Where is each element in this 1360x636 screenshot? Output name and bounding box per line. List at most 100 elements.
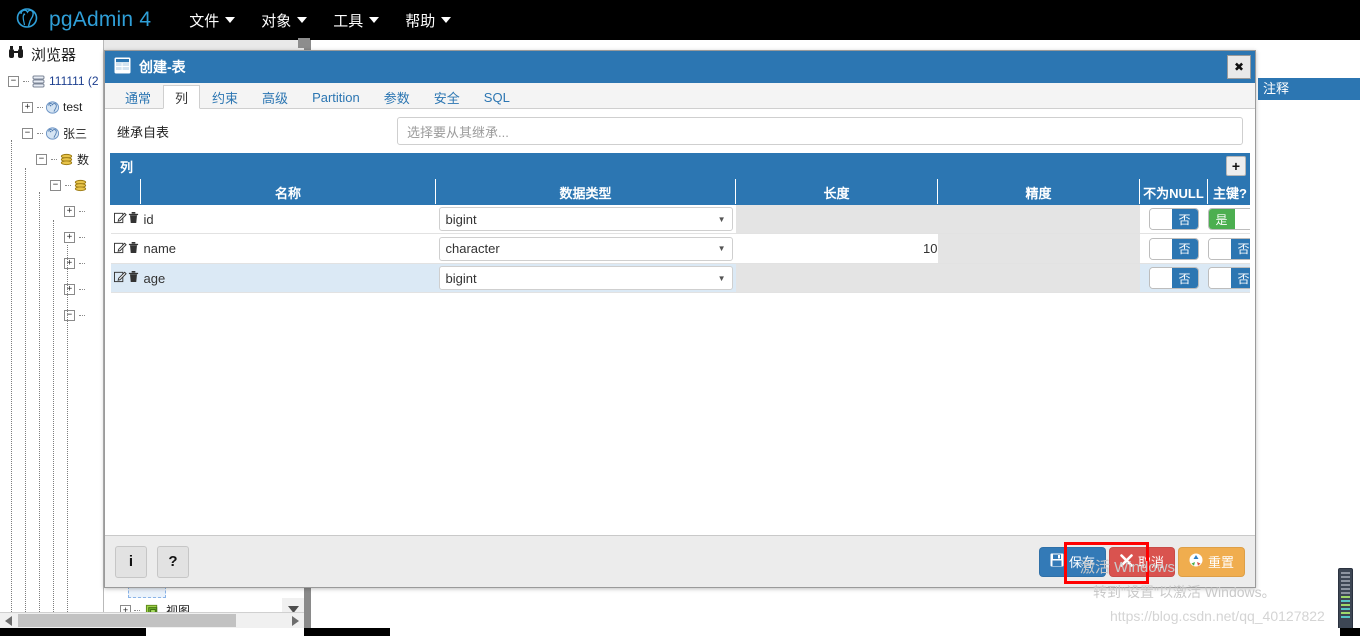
tree-node-child[interactable]: + (2, 198, 103, 224)
add-column-button[interactable]: + (1226, 156, 1246, 176)
column-header-precision[interactable]: 精度 (937, 179, 1140, 205)
row-datatype-cell[interactable]: bigint ▼ (435, 204, 736, 234)
tree-expander-expand-icon[interactable]: + (64, 283, 75, 295)
row-name-cell[interactable]: age (140, 263, 436, 293)
tab-parameters[interactable]: 参数 (372, 85, 422, 109)
tree-expander-expand-icon[interactable]: + (64, 231, 75, 243)
table-row[interactable]: age bigint ▼ 否 否 (110, 263, 1250, 293)
tree-node-database[interactable]: − (2, 172, 103, 198)
row-primarykey-cell[interactable]: 否 (1207, 263, 1250, 293)
tree-expander-collapse-icon[interactable]: − (36, 153, 47, 165)
inherit-from-table-input[interactable]: 选择要从其继承... (397, 117, 1243, 145)
scrollbar-thumb[interactable] (18, 614, 236, 627)
tab-advanced[interactable]: 高级 (250, 85, 300, 109)
edit-pencil-icon[interactable] (113, 270, 127, 286)
info-button[interactable]: i (115, 545, 147, 578)
reset-button[interactable]: 重置 (1177, 546, 1245, 577)
tree-expander-expand-icon[interactable]: + (22, 101, 33, 113)
tree-node-child[interactable]: + (2, 224, 103, 250)
column-header-length[interactable]: 长度 (735, 179, 938, 205)
row-name-cell[interactable]: id (140, 204, 436, 234)
row-length-cell (735, 263, 938, 293)
app-brand[interactable]: pgAdmin 4 (14, 6, 151, 35)
tab-partition[interactable]: Partition (300, 85, 372, 109)
help-button[interactable]: ? (157, 545, 189, 578)
datatype-select[interactable]: bigint ▼ (438, 207, 733, 231)
menu-tools[interactable]: 工具 (333, 10, 380, 31)
row-datatype-cell[interactable]: character ▼ (435, 233, 736, 264)
datatype-select[interactable]: character ▼ (438, 236, 733, 261)
menu-file[interactable]: 文件 (189, 10, 236, 31)
row-primarykey-cell[interactable]: 是 (1207, 204, 1250, 234)
menu-object[interactable]: 对象 (261, 10, 308, 31)
tree-expander-collapse-icon[interactable]: − (22, 127, 33, 139)
widget-bar (1341, 600, 1350, 602)
menu-bar: 文件 对象 工具 帮助 (189, 10, 452, 31)
column-header-name[interactable]: 名称 (140, 179, 436, 205)
tree-horizontal-scrollbar[interactable] (0, 612, 304, 628)
datatype-select[interactable]: bigint ▼ (438, 266, 733, 290)
edit-pencil-icon[interactable] (113, 241, 127, 257)
chevron-right-icon[interactable] (287, 613, 304, 629)
tree-expander-collapse-icon[interactable]: − (50, 179, 61, 191)
notnull-toggle[interactable]: 否 (1148, 267, 1199, 289)
tab-label: 安全 (433, 91, 460, 106)
tab-general[interactable]: 通常 (113, 85, 163, 109)
save-button[interactable]: 保存 (1038, 546, 1106, 577)
trash-icon[interactable] (128, 211, 139, 227)
row-notnull-cell[interactable]: 否 (1139, 263, 1208, 293)
tab-sql[interactable]: SQL (472, 85, 522, 109)
row-datatype-cell[interactable]: bigint ▼ (435, 263, 736, 293)
tree-expander-expand-icon[interactable]: + (64, 205, 75, 217)
chevron-left-icon[interactable] (0, 613, 17, 629)
primarykey-toggle[interactable]: 否 (1207, 237, 1250, 260)
row-name-cell[interactable]: name (140, 233, 436, 264)
column-header-datatype[interactable]: 数据类型 (435, 179, 736, 205)
row-length-cell[interactable]: 10 (735, 233, 938, 264)
column-header-primarykey[interactable]: 主键? (1207, 179, 1250, 205)
primarykey-toggle[interactable]: 否 (1207, 267, 1250, 289)
browser-panel: 浏览器 − 111111 (2 + test − 张三 − 数 − + + + … (0, 40, 104, 636)
background-panel-title: 注释 (1263, 81, 1290, 96)
table-row[interactable]: id bigint ▼ 否 是 (110, 204, 1250, 234)
minimized-window-icon[interactable] (298, 38, 310, 48)
row-notnull-cell[interactable]: 否 (1139, 233, 1208, 264)
right-edge-scroll-widget[interactable] (1338, 568, 1353, 630)
info-icon: i (128, 553, 134, 570)
tree-expander-collapse-icon[interactable]: − (64, 309, 75, 321)
toggle-knob (1149, 268, 1172, 288)
menu-help[interactable]: 帮助 (405, 10, 452, 31)
tree-node-child[interactable]: − (2, 302, 103, 328)
toggle-knob (1208, 238, 1231, 259)
tree-node-databases[interactable]: − 数 (2, 146, 103, 172)
save-button-label: 保存 (1068, 555, 1095, 570)
trash-icon[interactable] (128, 270, 139, 286)
tree-expander-expand-icon[interactable]: + (64, 257, 75, 269)
tab-columns[interactable]: 列 (163, 85, 201, 109)
dialog-body: 通常 列 约束 高级 Partition 参数 安全 SQL 继承自表 选择要从… (105, 83, 1255, 535)
column-header-notnull[interactable]: 不为NULL (1139, 179, 1208, 205)
primarykey-toggle[interactable]: 是 (1207, 208, 1250, 230)
bottom-strip (0, 628, 1360, 636)
dialog-titlebar[interactable]: 创建-表 ✖ (105, 51, 1255, 83)
tree-node-child[interactable]: + (2, 250, 103, 276)
close-icon[interactable]: ✖ (1227, 55, 1251, 79)
notnull-toggle[interactable]: 否 (1148, 208, 1199, 230)
trash-icon[interactable] (128, 241, 139, 257)
row-primarykey-cell[interactable]: 否 (1207, 233, 1250, 264)
notnull-toggle[interactable]: 否 (1148, 237, 1199, 260)
tree-node-server-group[interactable]: − 111111 (2 (2, 68, 103, 94)
tab-constraints[interactable]: 约束 (200, 85, 250, 109)
tree-node-server-test[interactable]: + test (2, 94, 103, 120)
tree-expander-collapse-icon[interactable]: − (8, 75, 19, 87)
toggle-knob (1149, 209, 1172, 229)
tree-node-child[interactable]: + (2, 276, 103, 302)
edit-pencil-icon[interactable] (113, 211, 127, 227)
row-notnull-cell[interactable]: 否 (1139, 204, 1208, 234)
row-actions (111, 270, 141, 286)
tree-node-server-zhangsan[interactable]: − 张三 (2, 120, 103, 146)
tab-security[interactable]: 安全 (422, 85, 472, 109)
inherit-from-table-row: 继承自表 选择要从其继承... (105, 109, 1255, 153)
table-row[interactable]: name character ▼ 10 否 否 (110, 233, 1250, 264)
cancel-button[interactable]: 取消 (1108, 546, 1175, 577)
